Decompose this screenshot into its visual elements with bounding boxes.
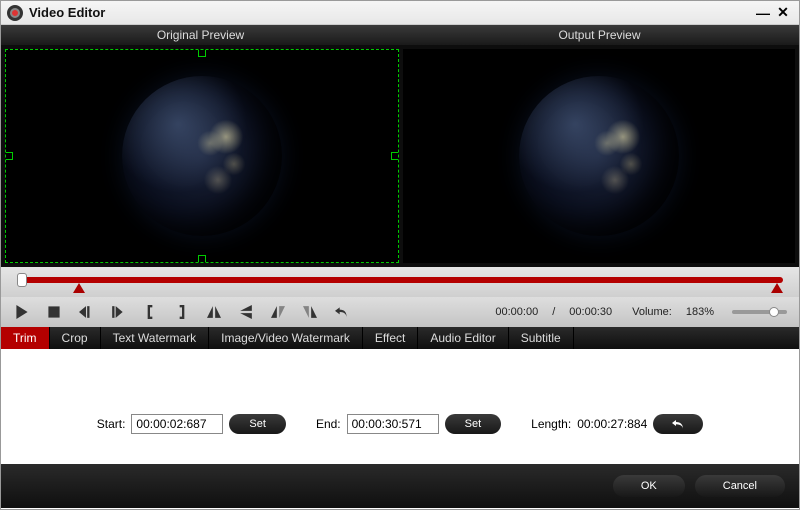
flip-vertical-button[interactable] (237, 303, 255, 321)
timeline-track[interactable] (17, 277, 783, 283)
play-button[interactable] (13, 303, 31, 321)
undo-icon (671, 419, 685, 429)
end-input[interactable] (347, 414, 439, 434)
output-preview-label: Output Preview (400, 25, 799, 45)
flip-horizontal-button[interactable] (205, 303, 223, 321)
rotate-right-button[interactable] (301, 303, 319, 321)
trim-start-marker[interactable] (73, 283, 85, 293)
playback-position: 00:00:00 (495, 306, 538, 318)
tab-image-video-watermark[interactable]: Image/Video Watermark (209, 327, 363, 349)
titlebar: Video Editor — ✕ (1, 1, 799, 25)
crop-handle-e[interactable] (391, 152, 399, 160)
original-preview-pane[interactable] (5, 49, 399, 263)
trim-panel: Start: Set End: Set Length: 00:00:27:884 (1, 349, 799, 464)
original-preview-label: Original Preview (1, 25, 400, 45)
end-set-button[interactable]: Set (445, 414, 502, 434)
volume-label: Volume: (632, 306, 672, 318)
crop-handle-s[interactable] (198, 255, 206, 263)
playhead-icon[interactable] (17, 273, 27, 287)
editor-tabs: Trim Crop Text Watermark Image/Video Wat… (1, 327, 799, 349)
tab-subtitle[interactable]: Subtitle (509, 327, 574, 349)
prev-frame-button[interactable] (77, 303, 95, 321)
bracket-right-button[interactable] (173, 303, 191, 321)
bracket-left-button[interactable] (141, 303, 159, 321)
output-preview-image (519, 76, 679, 236)
window-title: Video Editor (29, 5, 753, 20)
cancel-button[interactable]: Cancel (695, 475, 785, 497)
volume-slider[interactable] (732, 310, 787, 314)
playback-duration: 00:00:30 (569, 306, 612, 318)
start-set-button[interactable]: Set (229, 414, 286, 434)
crop-handle-w[interactable] (5, 152, 13, 160)
start-input[interactable] (131, 414, 223, 434)
playback-toolbar: 00:00:00/00:00:30 Volume: 183% (1, 297, 799, 327)
next-frame-button[interactable] (109, 303, 127, 321)
start-label: Start: (97, 417, 126, 431)
crop-handle-n[interactable] (198, 49, 206, 57)
ok-button[interactable]: OK (613, 475, 685, 497)
tab-crop[interactable]: Crop (50, 327, 101, 349)
length-reset-button[interactable] (653, 414, 703, 434)
tab-text-watermark[interactable]: Text Watermark (101, 327, 210, 349)
output-preview-pane (403, 49, 795, 263)
length-value: 00:00:27:884 (577, 417, 647, 431)
stop-button[interactable] (45, 303, 63, 321)
volume-value: 183% (686, 306, 714, 318)
end-label: End: (316, 417, 341, 431)
original-preview-image (122, 76, 282, 236)
tab-audio-editor[interactable]: Audio Editor (418, 327, 508, 349)
timeline (1, 267, 799, 297)
preview-header: Original Preview Output Preview (1, 25, 799, 45)
end-field: End: Set (316, 414, 501, 434)
undo-button[interactable] (333, 303, 351, 321)
rotate-left-button[interactable] (269, 303, 287, 321)
length-field: Length: 00:00:27:884 (531, 414, 703, 434)
tab-effect[interactable]: Effect (363, 327, 418, 349)
close-button[interactable]: ✕ (773, 3, 793, 23)
length-label: Length: (531, 417, 571, 431)
volume-knob-icon[interactable] (769, 307, 779, 317)
trim-end-marker[interactable] (771, 283, 783, 293)
minimize-button[interactable]: — (753, 3, 773, 23)
start-field: Start: Set (97, 414, 286, 434)
preview-area (1, 45, 799, 267)
app-logo-icon (7, 5, 23, 21)
dialog-footer: OK Cancel (1, 464, 799, 508)
tab-trim[interactable]: Trim (1, 327, 50, 349)
